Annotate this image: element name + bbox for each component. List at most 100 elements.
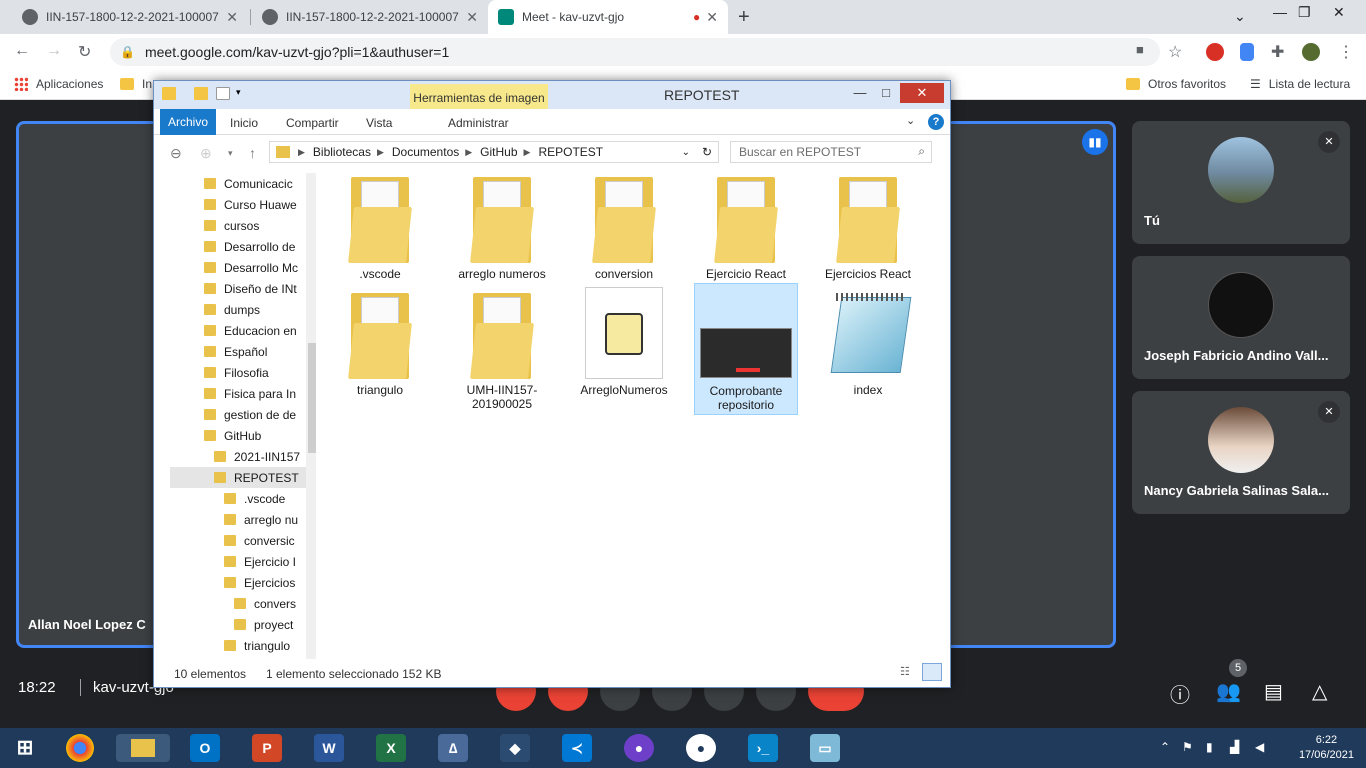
forward-icon[interactable]: ⊕ <box>200 145 212 162</box>
scrollbar-thumb[interactable] <box>308 343 316 453</box>
file-item[interactable]: ArregloNumeros <box>572 283 676 399</box>
tab-archivo[interactable]: Archivo <box>160 109 216 135</box>
nav-tree-item[interactable]: gestion de de <box>160 404 300 425</box>
nav-tree-item[interactable]: arreglo nu <box>180 509 306 530</box>
bookmark-apps[interactable]: Aplicaciones <box>14 77 103 91</box>
back-icon[interactable]: ← <box>14 42 30 60</box>
maximize-icon[interactable]: □ <box>870 83 902 103</box>
recent-locations-icon[interactable]: ▾ <box>228 148 233 159</box>
tab-administrar[interactable]: Administrar <box>448 116 509 130</box>
show-hidden-icons[interactable]: ⌃ <box>1160 740 1170 754</box>
app-icon[interactable]: ∆ <box>438 734 468 762</box>
forward-icon[interactable]: → <box>46 42 62 60</box>
browser-tab-1[interactable]: IIN-157-1800-12-2-2021-100007 ✕ <box>12 0 248 34</box>
tab-vista[interactable]: Vista <box>366 116 392 130</box>
nav-tree-item[interactable]: proyect <box>190 614 306 635</box>
volume-icon[interactable]: ◀ <box>1255 740 1264 754</box>
powershell-icon[interactable]: ›_ <box>748 734 778 762</box>
properties-icon[interactable] <box>194 87 208 100</box>
nav-tree-item[interactable]: GitHub <box>160 425 300 446</box>
nav-tree-item[interactable]: .vscode <box>180 488 306 509</box>
file-item[interactable]: triangulo <box>328 283 432 399</box>
context-tab-image-tools[interactable]: Herramientas de imagen <box>410 84 548 112</box>
vscode-icon[interactable]: ≺ <box>562 734 592 762</box>
help-icon[interactable]: ? <box>928 114 944 130</box>
bookmark-folder[interactable]: In <box>120 77 152 91</box>
windows-start-icon[interactable]: ⊞ <box>10 734 40 762</box>
file-item[interactable]: arreglo numeros <box>450 167 554 283</box>
minimize-icon[interactable]: — <box>1273 4 1287 20</box>
nav-tree-item[interactable]: Ejercicios <box>180 572 306 593</box>
bookmark-star-icon[interactable]: ☆ <box>1168 42 1182 62</box>
taskbar-clock[interactable]: 6:22 17/06/2021 <box>1299 733 1354 763</box>
url-bar[interactable]: 🔒 meet.google.com/kav-uzvt-gjo?pli=1&aut… <box>110 38 1160 66</box>
refresh-icon[interactable]: ↻ <box>702 145 712 159</box>
close-window-icon[interactable]: ✕ <box>1333 4 1345 21</box>
breadcrumb[interactable]: Documentos <box>392 145 459 159</box>
file-explorer-icon[interactable] <box>116 734 170 762</box>
reload-icon[interactable]: ↻ <box>78 42 91 62</box>
large-icons-view-icon[interactable] <box>922 663 942 681</box>
extensions-icon[interactable]: ✚ <box>1271 42 1284 62</box>
participant-tile[interactable]: ✕ Tú <box>1132 121 1350 244</box>
file-item[interactable]: Ejercicio React <box>694 167 798 283</box>
chrome-icon[interactable] <box>66 734 94 762</box>
nav-tree-item[interactable]: 2021-IIN157 <box>170 446 306 467</box>
people-icon[interactable]: 👥 <box>1216 679 1241 704</box>
nav-tree-item[interactable]: cursos <box>160 215 300 236</box>
nav-tree-item[interactable]: Filosofia <box>160 362 300 383</box>
nav-tree-item[interactable]: Desarrollo de <box>160 236 300 257</box>
search-input[interactable]: Buscar en REPOTEST ⌕ <box>730 141 932 163</box>
tab-compartir[interactable]: Compartir <box>286 116 339 130</box>
nav-tree-item[interactable]: Comunicacic <box>160 173 300 194</box>
maximize-icon[interactable]: ❐ <box>1298 4 1311 21</box>
nav-tree-item[interactable]: dumps <box>160 299 300 320</box>
nav-tree-item[interactable]: Ejercicio I <box>180 551 306 572</box>
breadcrumb[interactable]: GitHub <box>480 145 517 159</box>
details-view-icon[interactable]: ☷ <box>900 665 910 678</box>
flag-icon[interactable]: ⚑ <box>1182 740 1193 754</box>
nav-tree-item[interactable]: Diseño de INt <box>160 278 300 299</box>
tab-search-icon[interactable]: ⌄ <box>1234 8 1246 25</box>
info-icon[interactable]: ⓘ <box>1170 679 1190 708</box>
close-icon[interactable]: ✕ <box>900 83 944 103</box>
nav-tree-item[interactable]: Curso Huawe <box>160 194 300 215</box>
file-item[interactable]: Ejercicios React <box>816 167 920 283</box>
participant-tile[interactable]: Joseph Fabricio Andino Vall... <box>1132 256 1350 379</box>
file-item[interactable]: UMH-IIN157-201900025 <box>450 283 554 413</box>
browser-tab-meet[interactable]: Meet - kav-uzvt-gjo ● ✕ <box>488 0 728 34</box>
breadcrumb[interactable]: Bibliotecas <box>313 145 371 159</box>
nav-tree-item[interactable]: Educacion en <box>160 320 300 341</box>
adblock-icon[interactable] <box>1206 43 1224 61</box>
powerpoint-icon[interactable]: P <box>252 734 282 762</box>
up-icon[interactable]: ↑ <box>249 145 256 161</box>
app-icon[interactable]: ● <box>686 734 716 762</box>
word-icon[interactable]: W <box>314 734 344 762</box>
browser-tab-2[interactable]: IIN-157-1800-12-2-2021-100007 ✕ <box>252 0 488 34</box>
tab-inicio[interactable]: Inicio <box>230 116 258 130</box>
new-tab-icon[interactable]: + <box>738 6 750 29</box>
address-bar[interactable]: ▶ Bibliotecas ▶ Documentos ▶ GitHub ▶ RE… <box>269 141 719 163</box>
expand-ribbon-icon[interactable]: ⌄ <box>906 114 915 127</box>
bookmark-otros-favoritos[interactable]: Otros favoritos <box>1126 77 1226 91</box>
participant-tile[interactable]: ✕ Nancy Gabriela Salinas Sala... <box>1132 391 1350 514</box>
docs-icon[interactable] <box>1240 43 1254 61</box>
outlook-icon[interactable]: O <box>190 734 220 762</box>
customize-quick-access-icon[interactable]: ▾ <box>236 87 241 98</box>
file-item[interactable]: conversion <box>572 167 676 283</box>
battery-icon[interactable]: ▮ <box>1206 740 1213 754</box>
bookmark-reading-list[interactable]: ☰ Lista de lectura <box>1250 77 1350 91</box>
chevron-down-icon[interactable]: ⌄ <box>682 147 690 158</box>
back-icon[interactable]: ⊖ <box>170 145 182 162</box>
file-item[interactable]: Comprobante repositorio <box>694 283 798 415</box>
notepad-icon[interactable]: ▭ <box>810 734 840 762</box>
mysql-workbench-icon[interactable]: ◆ <box>500 734 530 762</box>
new-folder-icon[interactable] <box>216 87 230 100</box>
menu-icon[interactable]: ⋮ <box>1338 42 1354 62</box>
network-icon[interactable]: ▟ <box>1230 740 1239 754</box>
file-item[interactable]: .vscode <box>328 167 432 283</box>
breadcrumb[interactable]: REPOTEST <box>538 145 603 159</box>
file-item[interactable]: index <box>816 283 920 399</box>
nav-tree-item[interactable]: REPOTEST <box>170 467 306 488</box>
close-icon[interactable]: ✕ <box>226 9 238 26</box>
